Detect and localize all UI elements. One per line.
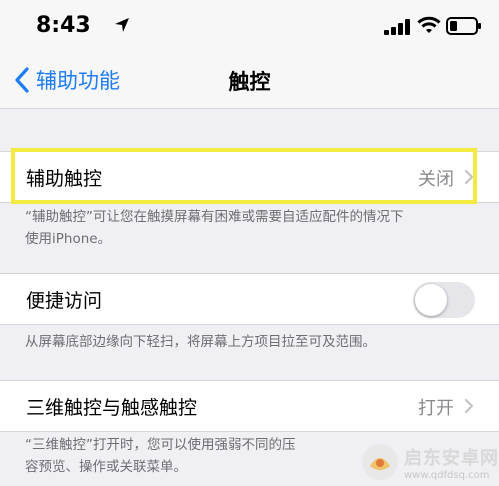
page-title: 触控 [228,70,271,94]
assistive-touch-row[interactable]: 辅助触控 关闭 [0,151,499,203]
location-arrow-icon [115,18,129,32]
3d-touch-value: 打开 [418,398,454,419]
watermark-url: www.qdfdsq.com [404,469,490,481]
chevron-right-icon [464,169,474,185]
assistive-touch-label: 辅助触控 [26,168,103,190]
watermark-text: 启东安卓网 [404,447,499,469]
watermark-logo-icon [362,444,398,480]
3d-touch-label: 三维触控与触感触控 [26,397,198,419]
cellular-signal-icon [384,19,410,35]
assistive-touch-footer: “辅助触控”可让您在触摸屏幕有困难或需要自适应配件的情况下 使用iPhone。 [25,206,465,250]
assistive-touch-footer-line2: 使用iPhone。 [25,231,112,247]
assistive-touch-footer-line1: “辅助触控”可让您在触摸屏幕有困难或需要自适应配件的情况下 [25,209,404,225]
reachability-row: 便捷访问 [0,273,499,325]
chevron-right-icon [464,398,474,414]
status-time: 8:43 [36,13,91,38]
wifi-icon [417,16,441,33]
3d-touch-row[interactable]: 三维触控与触感触控 打开 [0,380,499,432]
watermark: 启东安卓网 www.qdfdsq.com [360,438,499,486]
assistive-touch-value: 关闭 [418,169,454,190]
reachability-footer: 从屏幕底部边缘向下轻扫，将屏幕上方项目拉至可及范围。 [25,334,376,350]
battery-icon [446,17,481,35]
navigation-bar: 辅助功能 触控 [0,52,499,109]
toggle-knob [415,284,447,316]
status-bar: 8:43 [0,0,499,52]
reachability-toggle[interactable] [413,282,475,318]
reachability-label: 便捷访问 [26,290,103,312]
